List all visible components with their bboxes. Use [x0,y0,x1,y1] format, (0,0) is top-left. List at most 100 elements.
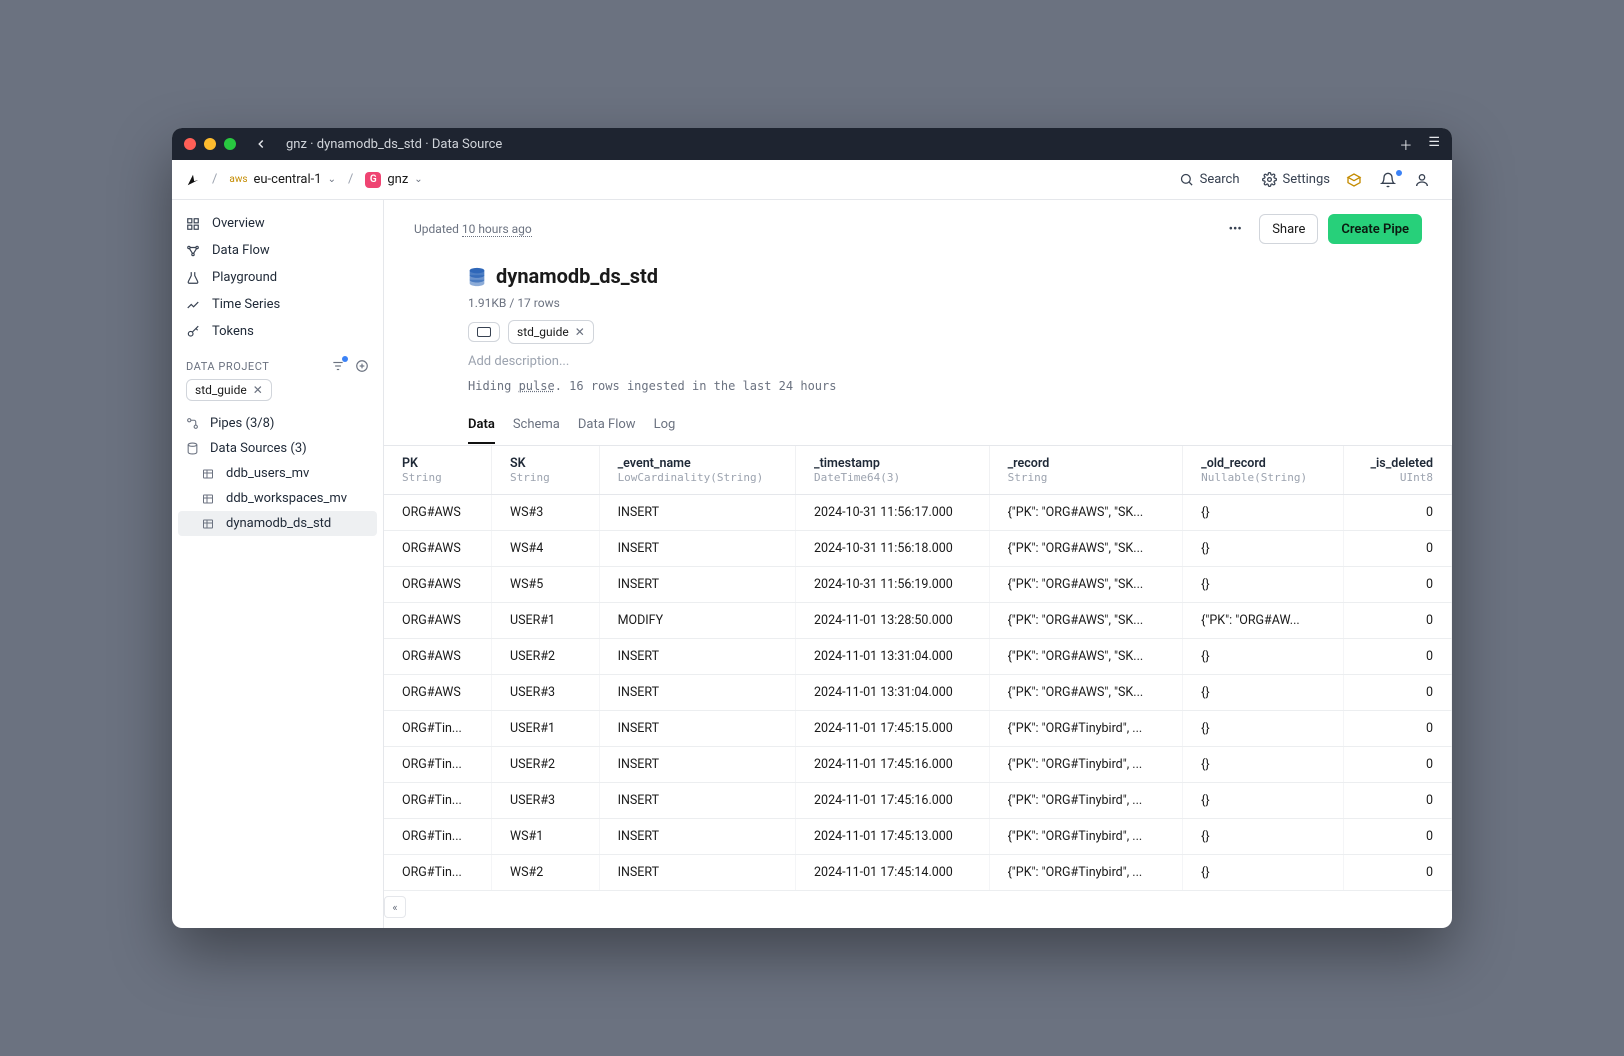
column-header-PK[interactable]: PKString [384,446,492,495]
collapse-sidebar-button[interactable]: « [384,896,406,918]
table-cell: MODIFY [599,603,795,639]
logo-icon[interactable] [186,173,200,187]
maximize-window-icon[interactable] [224,138,236,150]
sidebar-item-data-flow[interactable]: Data Flow [172,237,383,264]
tab-data[interactable]: Data [468,417,495,444]
table-cell: {} [1183,639,1344,675]
table-cell: {} [1183,675,1344,711]
table-row[interactable]: ORG#Tin...USER#3INSERT2024-11-01 17:45:1… [384,783,1452,819]
table-row[interactable]: ORG#Tin...WS#1INSERT2024-11-01 17:45:13.… [384,819,1452,855]
table-cell: {"PK": "ORG#AWS", "SK... [989,567,1183,603]
add-icon[interactable] [355,359,369,373]
search-button[interactable]: Search [1173,172,1246,187]
table-cell: 2024-10-31 11:56:19.000 [796,567,990,603]
sidebar: OverviewData FlowPlaygroundTime SeriesTo… [172,200,384,928]
description-placeholder[interactable]: Add description... [468,350,1422,373]
square-icon [477,327,491,337]
table-row[interactable]: ORG#AWSUSER#1MODIFY2024-11-01 13:28:50.0… [384,603,1452,639]
clear-filter-icon[interactable]: ✕ [253,383,263,397]
table-row[interactable]: ORG#AWSUSER#2INSERT2024-11-01 13:31:04.0… [384,639,1452,675]
table-row[interactable]: ORG#AWSWS#3INSERT2024-10-31 11:56:17.000… [384,495,1452,531]
datasource-item-ddb_users_mv[interactable]: ddb_users_mv [172,461,383,486]
column-header-_is_deleted[interactable]: _is_deletedUInt8 [1344,446,1452,495]
tab-data-flow[interactable]: Data Flow [578,417,636,444]
table-row[interactable]: ORG#AWSUSER#3INSERT2024-11-01 13:31:04.0… [384,675,1452,711]
table-cell: 0 [1344,747,1452,783]
table-cell: ORG#Tin... [384,855,492,891]
chevron-down-icon: ⌄ [414,174,422,185]
table-cell: INSERT [599,531,795,567]
table-cell: {} [1183,855,1344,891]
tab-schema[interactable]: Schema [513,417,560,444]
region-selector[interactable]: aws eu-central-1 ⌄ [229,172,336,187]
datasource-item-ddb_workspaces_mv[interactable]: ddb_workspaces_mv [172,486,383,511]
table-cell: {"PK": "ORG#AWS", "SK... [989,639,1183,675]
pulse-link[interactable]: pulse [519,379,555,393]
column-header-_event_name[interactable]: _event_nameLowCardinality(String) [599,446,795,495]
sidebar-item-time-series[interactable]: Time Series [172,291,383,318]
create-pipe-button[interactable]: Create Pipe [1328,214,1422,244]
tag-chip[interactable]: std_guide ✕ [508,320,594,344]
table-cell: USER#1 [492,603,600,639]
table-cell: 0 [1344,639,1452,675]
column-header-SK[interactable]: SKString [492,446,600,495]
table-row[interactable]: ORG#AWSWS#5INSERT2024-10-31 11:56:19.000… [384,567,1452,603]
table-row[interactable]: ORG#AWSWS#4INSERT2024-10-31 11:56:18.000… [384,531,1452,567]
column-header-_record[interactable]: _recordString [989,446,1183,495]
table-cell: {"PK": "ORG#Tinybird", ... [989,747,1183,783]
table-row[interactable]: ORG#Tin...USER#1INSERT2024-11-01 17:45:1… [384,711,1452,747]
close-window-icon[interactable] [184,138,196,150]
schema-chip[interactable] [468,322,500,342]
sidebar-item-playground[interactable]: Playground [172,264,383,291]
data-table[interactable]: PKStringSKString_event_nameLowCardinalit… [384,445,1452,928]
workspace-selector[interactable]: G gnz ⌄ [365,172,422,188]
table-cell: 0 [1344,567,1452,603]
filter-tag[interactable]: std_guide ✕ [186,379,272,401]
table-cell: WS#2 [492,855,600,891]
share-button[interactable]: Share [1259,214,1318,244]
dataflow-icon [186,244,202,258]
table-cell: {"PK": "ORG#AW... [1183,603,1344,639]
settings-button[interactable]: Settings [1256,172,1336,187]
datasources-group[interactable]: Data Sources (3) [172,436,383,461]
table-row[interactable]: ORG#Tin...WS#2INSERT2024-11-01 17:45:14.… [384,855,1452,891]
tab-log[interactable]: Log [654,417,676,444]
table-cell: 2024-11-01 13:28:50.000 [796,603,990,639]
table-cell: 0 [1344,495,1452,531]
user-icon[interactable] [1414,172,1438,188]
datasource-meta: 1.91KB / 17 rows [468,296,1422,310]
back-button[interactable] [254,137,274,151]
remove-tag-icon[interactable]: ✕ [575,325,585,339]
table-cell: ORG#AWS [384,531,492,567]
table-cell: 0 [1344,603,1452,639]
table-cell: {} [1183,711,1344,747]
table-cell: INSERT [599,747,795,783]
table-icon [202,468,216,480]
aws-icon: aws [229,174,247,185]
sidebar-item-tokens[interactable]: Tokens [172,318,383,345]
minimize-window-icon[interactable] [204,138,216,150]
table-cell: ORG#Tin... [384,747,492,783]
menu-button[interactable]: ☰ [1428,135,1440,154]
titlebar: gnz · dynamodb_ds_std · Data Source ＋ ☰ [172,128,1452,160]
new-tab-button[interactable]: ＋ [1399,135,1412,154]
filter-icon[interactable] [331,359,345,373]
table-cell: INSERT [599,711,795,747]
column-header-_timestamp[interactable]: _timestampDateTime64(3) [796,446,990,495]
column-header-_old_record[interactable]: _old_recordNullable(String) [1183,446,1344,495]
table-cell: {"PK": "ORG#AWS", "SK... [989,531,1183,567]
table-cell: 2024-11-01 13:31:04.000 [796,675,990,711]
table-cell: 0 [1344,711,1452,747]
sidebar-item-overview[interactable]: Overview [172,210,383,237]
updated-time-link[interactable]: 10 hours ago [462,222,532,237]
datasource-item-dynamodb_ds_std[interactable]: dynamodb_ds_std [178,511,377,536]
notifications-icon[interactable] [1380,172,1404,188]
more-actions-button[interactable]: ••• [1221,215,1249,243]
table-cell: 0 [1344,531,1452,567]
pipes-group[interactable]: Pipes (3/8) [172,411,383,436]
table-cell: USER#2 [492,639,600,675]
box-icon[interactable] [1346,172,1370,188]
table-row[interactable]: ORG#Tin...USER#2INSERT2024-11-01 17:45:1… [384,747,1452,783]
table-cell: {} [1183,531,1344,567]
table-cell: {"PK": "ORG#Tinybird", ... [989,819,1183,855]
